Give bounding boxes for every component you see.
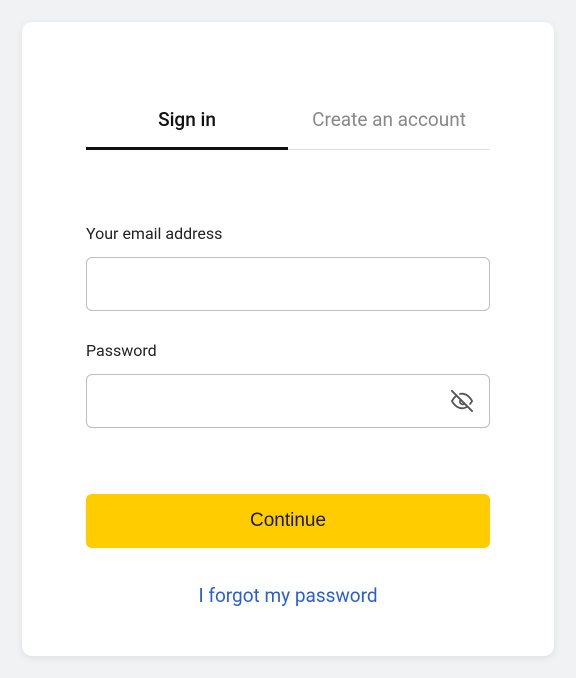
eye-off-icon	[451, 390, 473, 412]
toggle-password-visibility[interactable]	[450, 389, 474, 413]
password-input-wrap	[86, 374, 490, 428]
password-label: Password	[86, 341, 490, 360]
password-field-group: Password	[86, 341, 490, 428]
password-field[interactable]	[86, 374, 490, 428]
email-field[interactable]	[86, 257, 490, 311]
email-label: Your email address	[86, 224, 490, 243]
auth-tabs: Sign in Create an account	[86, 96, 490, 150]
tab-sign-in[interactable]: Sign in	[86, 96, 288, 149]
email-input-wrap	[86, 257, 490, 311]
continue-button[interactable]: Continue	[86, 494, 490, 548]
forgot-password-row: I forgot my password	[86, 584, 490, 607]
email-field-group: Your email address	[86, 224, 490, 311]
tab-create-account[interactable]: Create an account	[288, 96, 490, 149]
forgot-password-link[interactable]: I forgot my password	[198, 584, 377, 607]
auth-card: Sign in Create an account Your email add…	[22, 22, 554, 656]
